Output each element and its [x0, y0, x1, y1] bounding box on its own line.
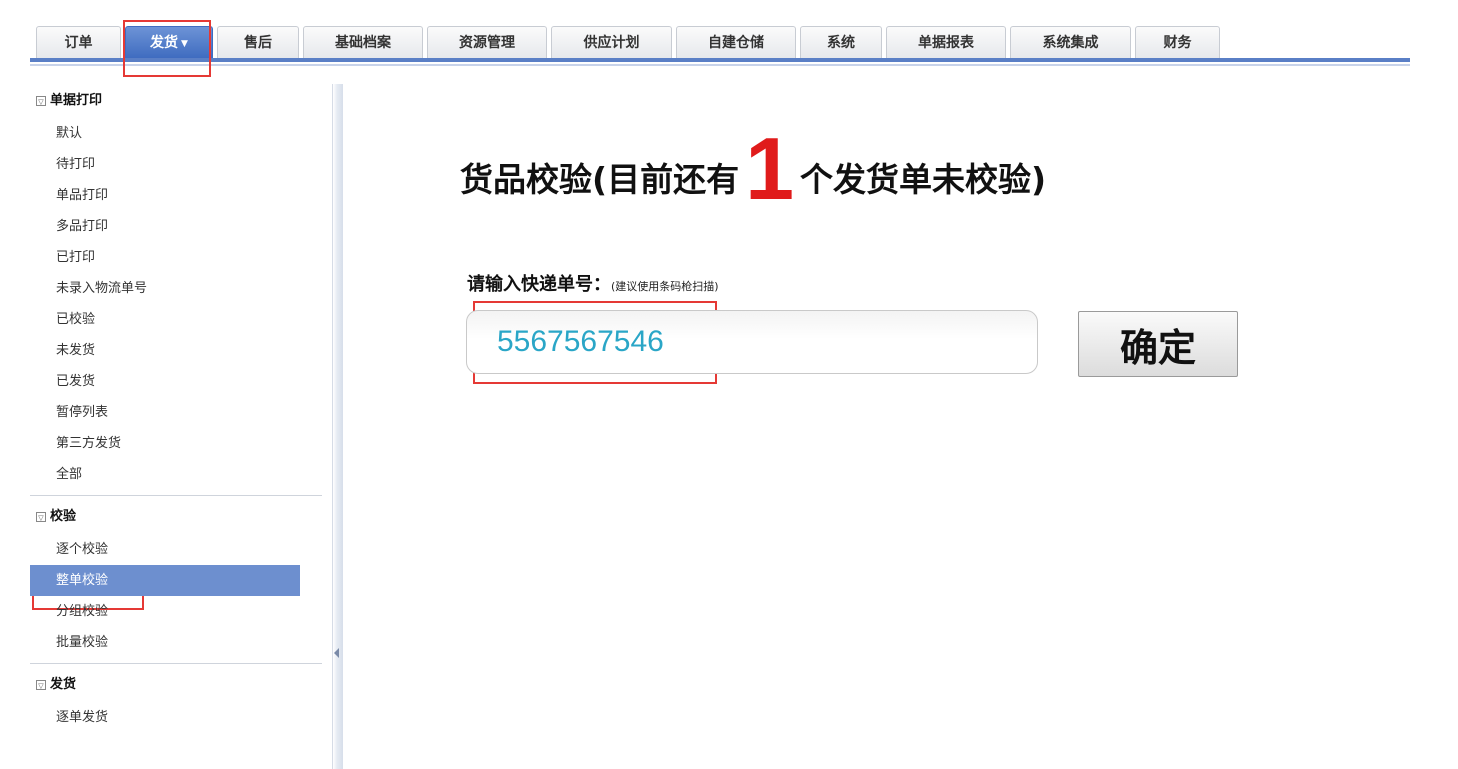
sidebar: ▽ 单据打印 默认 待打印 单品打印 多品打印 已打印 未录入物流单号 已校验 …	[30, 84, 326, 769]
tab-shipping[interactable]: 发货 ▼	[125, 26, 213, 58]
sidebar-item-no-tracking[interactable]: 未录入物流单号	[30, 273, 326, 304]
sidebar-item-third-party[interactable]: 第三方发货	[30, 428, 326, 459]
collapse-icon[interactable]: ▽	[36, 512, 46, 522]
sidebar-item-check-one[interactable]: 逐个校验	[30, 534, 326, 565]
sidebar-item-check-group[interactable]: 分组校验	[30, 596, 326, 627]
tracking-hint: (建议使用条码枪扫描)	[611, 280, 719, 293]
sidebar-item-all[interactable]: 全部	[30, 459, 326, 490]
sidebar-group-check[interactable]: ▽ 校验	[30, 500, 326, 534]
sidebar-item-printed[interactable]: 已打印	[30, 242, 326, 273]
sidebar-item-check-batch[interactable]: 批量校验	[30, 627, 326, 658]
sidebar-item-check-whole-order[interactable]: 整单校验	[30, 565, 300, 596]
sidebar-item-single-print[interactable]: 单品打印	[30, 180, 326, 211]
tracking-number-input[interactable]	[466, 310, 1038, 374]
sidebar-item-ship-one[interactable]: 逐单发货	[30, 702, 326, 733]
sidebar-item-not-shipped[interactable]: 未发货	[30, 335, 326, 366]
sidebar-item-to-print[interactable]: 待打印	[30, 149, 326, 180]
tab-supply-plan[interactable]: 供应计划	[551, 26, 672, 58]
collapse-icon[interactable]: ▽	[36, 96, 46, 106]
page-title: 货品校验(目前还有 1 个发货单未校验)	[460, 119, 1047, 218]
sidebar-item-shipped[interactable]: 已发货	[30, 366, 326, 397]
sidebar-splitter[interactable]	[332, 84, 343, 769]
tab-after-sales[interactable]: 售后	[217, 26, 299, 58]
collapse-icon[interactable]: ▽	[36, 680, 46, 690]
tab-system-integration[interactable]: 系统集成	[1010, 26, 1131, 58]
tab-finance[interactable]: 财务	[1135, 26, 1220, 58]
collapse-arrow-icon[interactable]	[334, 648, 339, 658]
sidebar-group-ship[interactable]: ▽ 发货	[30, 668, 326, 702]
tab-orders[interactable]: 订单	[36, 26, 121, 58]
tracking-prompt: 请输入快递单号： (建议使用条码枪扫描)	[467, 270, 719, 296]
tracking-label: 请输入快递单号：	[467, 274, 611, 295]
confirm-button[interactable]: 确定	[1078, 311, 1238, 377]
chevron-down-icon: ▼	[181, 39, 188, 49]
sidebar-group-print[interactable]: ▽ 单据打印	[30, 84, 326, 118]
tab-document-reports[interactable]: 单据报表	[886, 26, 1006, 58]
tab-self-built-warehouse[interactable]: 自建仓储	[676, 26, 796, 58]
tab-basic-archive[interactable]: 基础档案	[303, 26, 423, 58]
top-nav: 订单 发货 ▼ 售后 基础档案 资源管理 供应计划 自建仓储 系统 单据报表 系统…	[0, 0, 1458, 66]
tab-list: 订单 发货 ▼ 售后 基础档案 资源管理 供应计划 自建仓储 系统 单据报表 系统…	[36, 26, 1220, 58]
sidebar-item-default[interactable]: 默认	[30, 118, 326, 149]
sidebar-divider	[30, 663, 322, 664]
tab-resource-management[interactable]: 资源管理	[427, 26, 547, 58]
sidebar-item-checked[interactable]: 已校验	[30, 304, 326, 335]
pending-count: 1	[745, 119, 795, 218]
sidebar-divider	[30, 495, 322, 496]
nav-divider	[30, 58, 1410, 62]
sidebar-item-multi-print[interactable]: 多品打印	[30, 211, 326, 242]
nav-divider-shadow	[30, 64, 1410, 66]
tab-system[interactable]: 系统	[800, 26, 882, 58]
sidebar-item-paused[interactable]: 暂停列表	[30, 397, 326, 428]
